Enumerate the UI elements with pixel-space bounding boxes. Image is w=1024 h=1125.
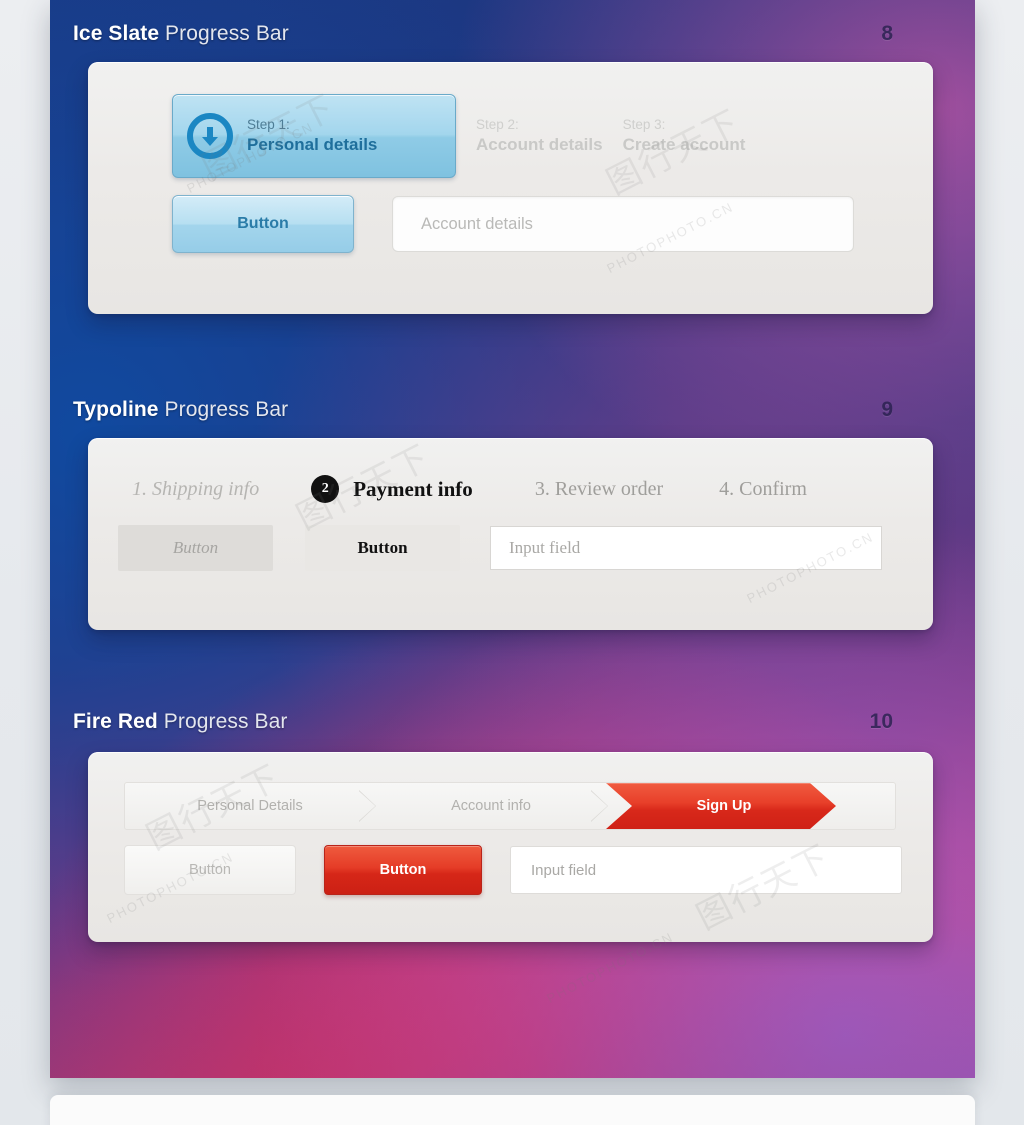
- ice-step-1-main: Personal details: [247, 134, 378, 154]
- section-title-rest-fire: Progress Bar: [157, 710, 288, 733]
- section-title-rest-ice: Progress Bar: [159, 22, 289, 45]
- typo-button-disabled[interactable]: Button: [118, 525, 273, 571]
- section-header-typoline: Typoline Progress Bar 9: [73, 398, 893, 422]
- fire-input-field[interactable]: Input field: [510, 846, 902, 894]
- typo-step-1[interactable]: 1. Shipping info: [132, 478, 259, 501]
- typoline-progress-steps: 1. Shipping info 2 Payment info 3. Revie…: [118, 464, 908, 514]
- fire-button[interactable]: Button: [324, 845, 482, 895]
- section-title-fire-red: Fire Red Progress Bar: [73, 710, 288, 734]
- down-arrow-circle-icon: [187, 113, 233, 159]
- ice-controls-row: Button Account details: [172, 195, 854, 253]
- typo-step-4[interactable]: 4. Confirm: [719, 478, 807, 501]
- ice-step-2[interactable]: Step 2: Account details: [456, 94, 603, 178]
- bottom-card: [50, 1095, 975, 1125]
- section-number-ice: 8: [881, 22, 893, 45]
- typo-step-2-label: Payment info: [353, 476, 473, 501]
- ice-step-2-sub: Step 2:: [476, 116, 519, 132]
- section-number-typo: 9: [881, 398, 893, 421]
- fire-crumb-3-active[interactable]: Sign Up: [606, 783, 836, 829]
- ice-step-3-sub: Step 3:: [622, 116, 666, 132]
- fire-breadcrumb-progress: Personal Details Account info Sign Up: [124, 782, 896, 830]
- section-header-fire-red: Fire Red Progress Bar 10: [73, 710, 893, 734]
- panel-typoline: 1. Shipping info 2 Payment info 3. Revie…: [88, 438, 933, 630]
- ice-step-3-main: Create account: [622, 134, 746, 154]
- ice-step-2-main: Account details: [476, 134, 603, 154]
- fire-crumb-1[interactable]: Personal Details: [125, 783, 375, 829]
- section-title-bold-fire: Fire Red: [73, 710, 158, 733]
- ice-step-1-text: Step 1: Personal details: [247, 117, 377, 155]
- ice-step-3[interactable]: Step 3: Create account: [603, 94, 746, 178]
- section-header-ice-slate: Ice Slate Progress Bar 8: [73, 22, 893, 46]
- panel-fire-red: Personal Details Account info Sign Up Bu…: [88, 752, 933, 942]
- ice-progress-steps: Step 1: Personal details Step 2: Account…: [172, 94, 892, 178]
- section-title-ice-slate: Ice Slate Progress Bar: [73, 22, 289, 46]
- fire-controls-row: Button Button Input field: [124, 845, 902, 895]
- section-title-typoline: Typoline Progress Bar: [73, 398, 288, 422]
- ice-step-2-text: Step 2: Account details: [476, 117, 603, 155]
- typoline-controls-row: Button Button Input field: [118, 525, 882, 571]
- section-title-bold-ice: Ice Slate: [73, 22, 160, 45]
- section-title-bold-typo: Typoline: [73, 398, 159, 421]
- fire-button-disabled[interactable]: Button: [124, 845, 296, 895]
- panel-ice-slate: Step 1: Personal details Step 2: Account…: [88, 62, 933, 314]
- typo-step-2[interactable]: 2 Payment info: [311, 475, 473, 503]
- ice-step-3-text: Step 3: Create account: [623, 117, 746, 155]
- typo-step-3[interactable]: 3. Review order: [535, 478, 663, 501]
- section-title-rest-typo: Progress Bar: [158, 398, 289, 421]
- section-number-fire: 10: [869, 710, 893, 733]
- typo-step-2-badge: 2: [311, 475, 340, 503]
- ice-step-1[interactable]: Step 1: Personal details: [172, 94, 456, 178]
- ice-input-field[interactable]: Account details: [392, 196, 854, 252]
- ice-button[interactable]: Button: [172, 195, 354, 253]
- typo-input-field[interactable]: Input field: [490, 526, 882, 570]
- typo-button[interactable]: Button: [305, 525, 460, 571]
- fire-crumb-2[interactable]: Account info: [375, 783, 607, 829]
- ice-step-1-sub: Step 1:: [247, 116, 290, 132]
- screenshot-root: Ice Slate Progress Bar 8 Step 1: Persona…: [0, 0, 1024, 1125]
